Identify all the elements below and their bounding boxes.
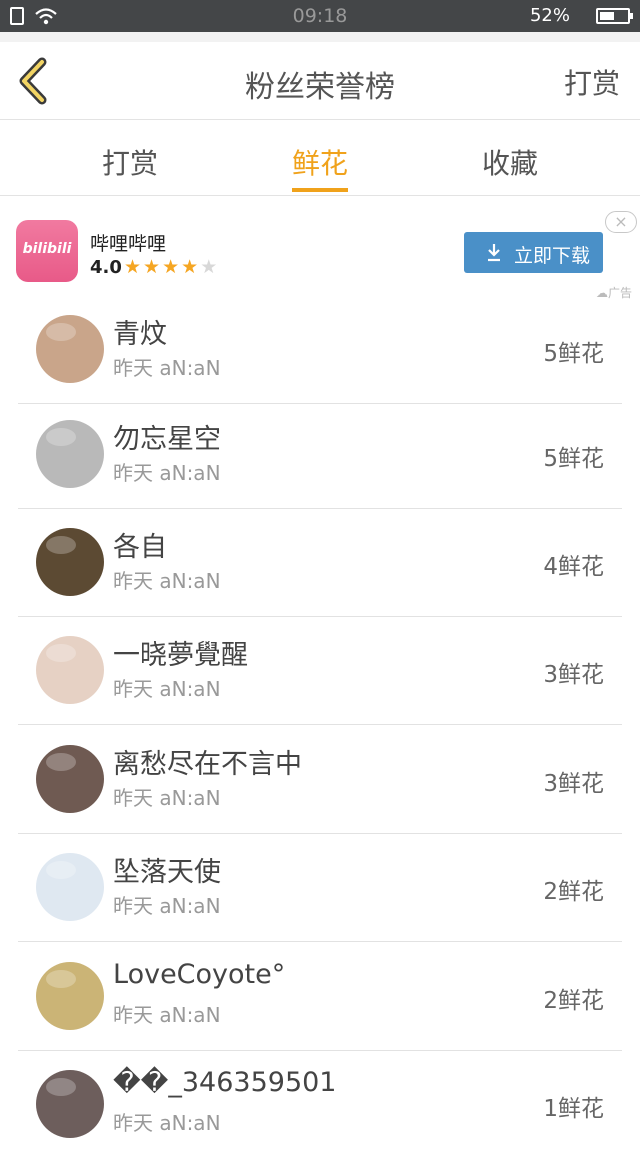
fan-time: 昨天 aN:aN — [113, 569, 221, 593]
avatar — [36, 1070, 104, 1138]
tab-flowers[interactable]: 鲜花 — [260, 142, 380, 182]
avatar — [36, 528, 104, 596]
avatar — [36, 745, 104, 813]
fan-name: 坠落天使 — [113, 857, 221, 888]
fan-name: LoveCoyote° — [113, 959, 286, 990]
flower-count: 2鲜花 — [543, 879, 604, 905]
tab-favorites[interactable]: 收藏 — [450, 142, 570, 182]
flower-count: 2鲜花 — [543, 988, 604, 1014]
ad-banner[interactable]: bilibili 哔哩哔哩 4.0 ★★★★★ 立即下载 — [0, 196, 640, 304]
fan-time: 昨天 aN:aN — [113, 786, 221, 810]
avatar — [36, 315, 104, 383]
list-item[interactable]: 青炆 昨天 aN:aN 5鲜花 — [18, 296, 622, 404]
download-button[interactable]: 立即下载 — [464, 232, 603, 273]
star-filled-icon: ★ — [124, 256, 144, 278]
avatar — [36, 962, 104, 1030]
flower-count: 1鲜花 — [543, 1096, 604, 1122]
star-filled-icon: ★ — [162, 256, 182, 278]
header: 粉丝荣誉榜 打赏 — [0, 42, 640, 120]
fan-name: 勿忘星空 — [113, 424, 221, 455]
star-filled-icon: ★ — [181, 256, 201, 278]
fan-name: 一晓夢覺醒 — [113, 640, 248, 671]
flower-count: 4鲜花 — [543, 554, 604, 580]
ad-close-icon[interactable]: × — [605, 211, 637, 233]
bilibili-app-logo: bilibili — [16, 220, 78, 282]
rating-stars: ★★★★★ — [124, 256, 219, 278]
fan-name: 青炆 — [113, 319, 167, 350]
ad-rating-value: 4.0 — [90, 257, 122, 278]
download-icon — [488, 244, 500, 262]
fan-name: ��_346359501 — [113, 1067, 337, 1098]
list-item[interactable]: LoveCoyote° 昨天 aN:aN 2鲜花 — [18, 943, 622, 1051]
flower-count: 5鲜花 — [543, 446, 604, 472]
avatar — [36, 636, 104, 704]
tab-active-indicator — [292, 188, 348, 192]
avatar — [36, 853, 104, 921]
fan-time: 昨天 aN:aN — [113, 356, 221, 380]
status-bar: 09:18 52% — [0, 0, 640, 32]
tab-bar: 打赏 鲜花 收藏 — [0, 120, 640, 196]
status-gap — [0, 32, 640, 42]
avatar — [36, 420, 104, 488]
list-item[interactable]: 勿忘星空 昨天 aN:aN 5鲜花 — [18, 401, 622, 509]
star-filled-icon: ★ — [143, 256, 163, 278]
reward-button[interactable]: 打赏 — [564, 62, 620, 102]
list-item[interactable]: 各自 昨天 aN:aN 4鲜花 — [18, 509, 622, 617]
page-title: 粉丝荣誉榜 — [245, 70, 395, 105]
list-item[interactable]: 坠落天使 昨天 aN:aN 2鲜花 — [18, 834, 622, 942]
flower-count: 3鲜花 — [543, 771, 604, 797]
fan-name: 离愁尽在不言中 — [113, 749, 302, 780]
battery-percent: 52% — [529, 5, 570, 26]
flower-count: 3鲜花 — [543, 662, 604, 688]
list-item[interactable]: 离愁尽在不言中 昨天 aN:aN 3鲜花 — [18, 726, 622, 834]
fan-time: 昨天 aN:aN — [113, 1003, 221, 1027]
battery-icon — [596, 8, 633, 24]
star-empty-icon: ★ — [200, 256, 220, 278]
download-label: 立即下载 — [514, 245, 591, 267]
list-item[interactable]: 一晓夢覺醒 昨天 aN:aN 3鲜花 — [18, 617, 622, 725]
flower-count: 5鲜花 — [543, 341, 604, 367]
fan-time: 昨天 aN:aN — [113, 894, 221, 918]
tab-reward[interactable]: 打赏 — [70, 142, 190, 182]
ad-app-name: 哔哩哔哩 — [90, 233, 167, 255]
fan-time: 昨天 aN:aN — [113, 1111, 221, 1135]
fan-time: 昨天 aN:aN — [113, 677, 221, 701]
fan-time: 昨天 aN:aN — [113, 461, 221, 485]
list-item[interactable]: ��_346359501 昨天 aN:aN 1鲜花 — [18, 1051, 622, 1159]
fan-name: 各自 — [113, 532, 167, 563]
